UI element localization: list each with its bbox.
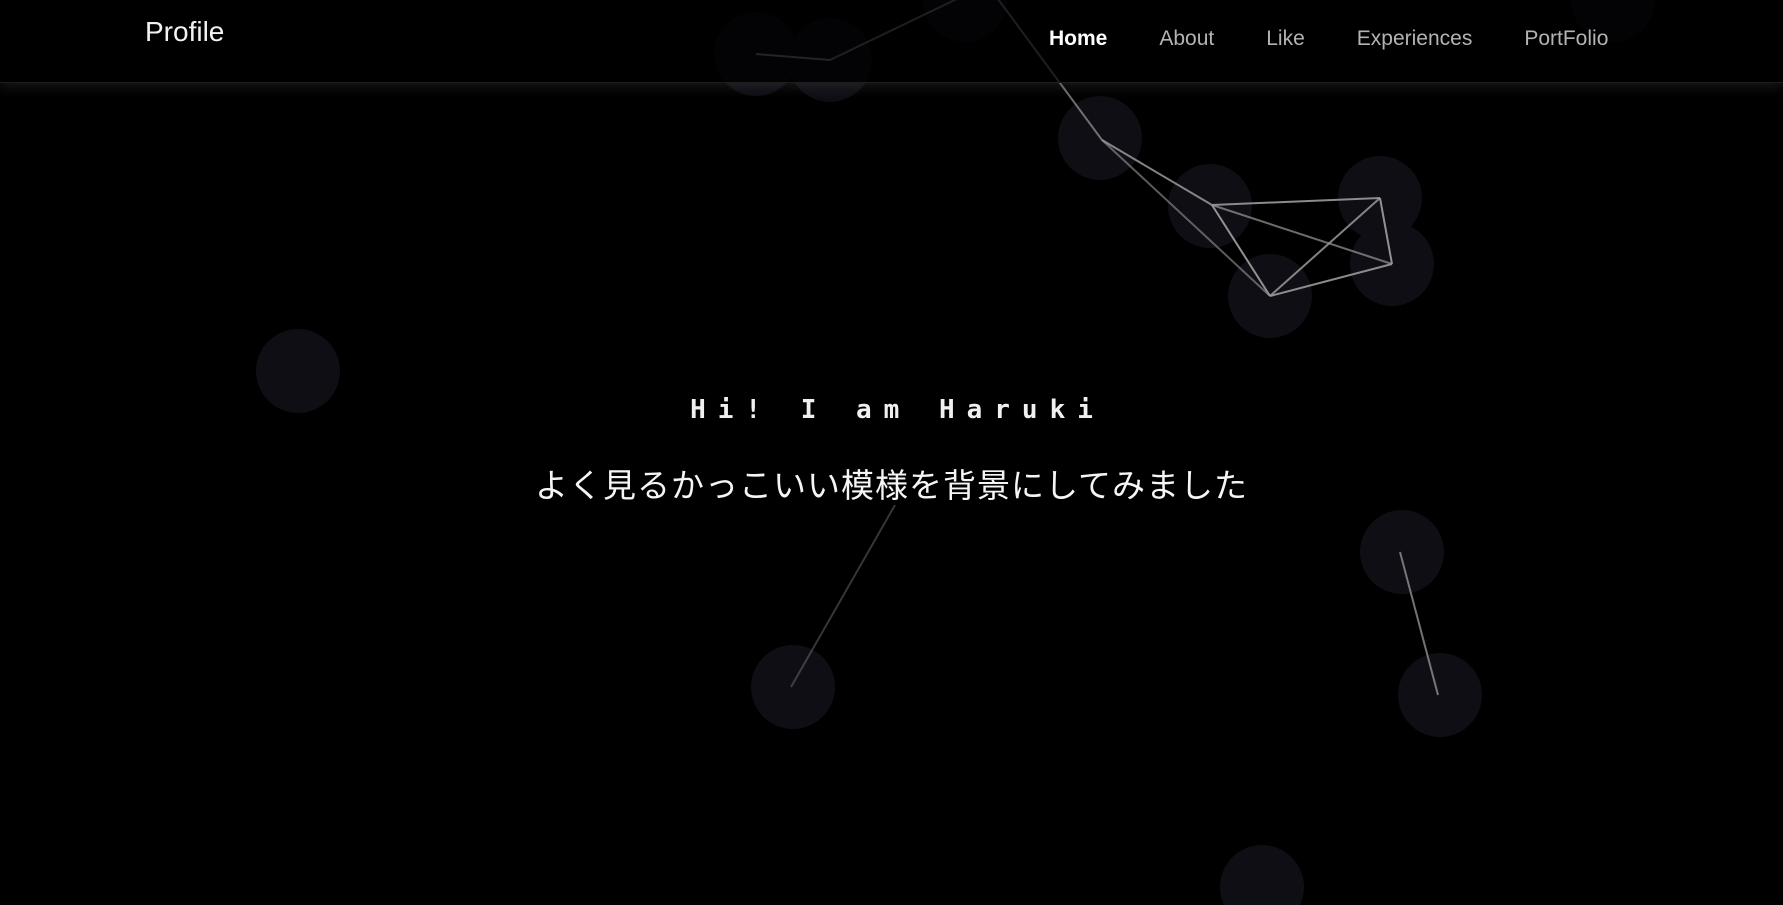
nav-link-experiences[interactable]: Experiences <box>1357 27 1473 51</box>
top-navbar: Profile Home About Like Experiences Port… <box>0 0 1783 83</box>
particle-dot <box>1360 510 1444 594</box>
nav-menu: Home About Like Experiences PortFolio <box>1035 0 1634 78</box>
particle-dot <box>1168 164 1252 248</box>
hero-section: Hi! I am Haruki よく見るかっこいい模様を背景にしてみました <box>0 395 1783 507</box>
nav-link-home[interactable]: Home <box>1049 27 1107 51</box>
hero-greeting: Hi! I am Haruki <box>690 395 1105 425</box>
nav-link-portfolio[interactable]: PortFolio <box>1524 27 1608 51</box>
brand-logo[interactable]: Profile <box>145 16 224 48</box>
hero-subtitle: よく見るかっこいい模様を背景にしてみました <box>534 466 1248 505</box>
nav-link-about[interactable]: About <box>1159 27 1214 51</box>
nav-link-like[interactable]: Like <box>1266 27 1305 51</box>
particle-dot <box>1398 653 1482 737</box>
network-link-line <box>790 504 896 688</box>
particle-dot <box>751 645 835 729</box>
particle-dot <box>1220 845 1304 905</box>
